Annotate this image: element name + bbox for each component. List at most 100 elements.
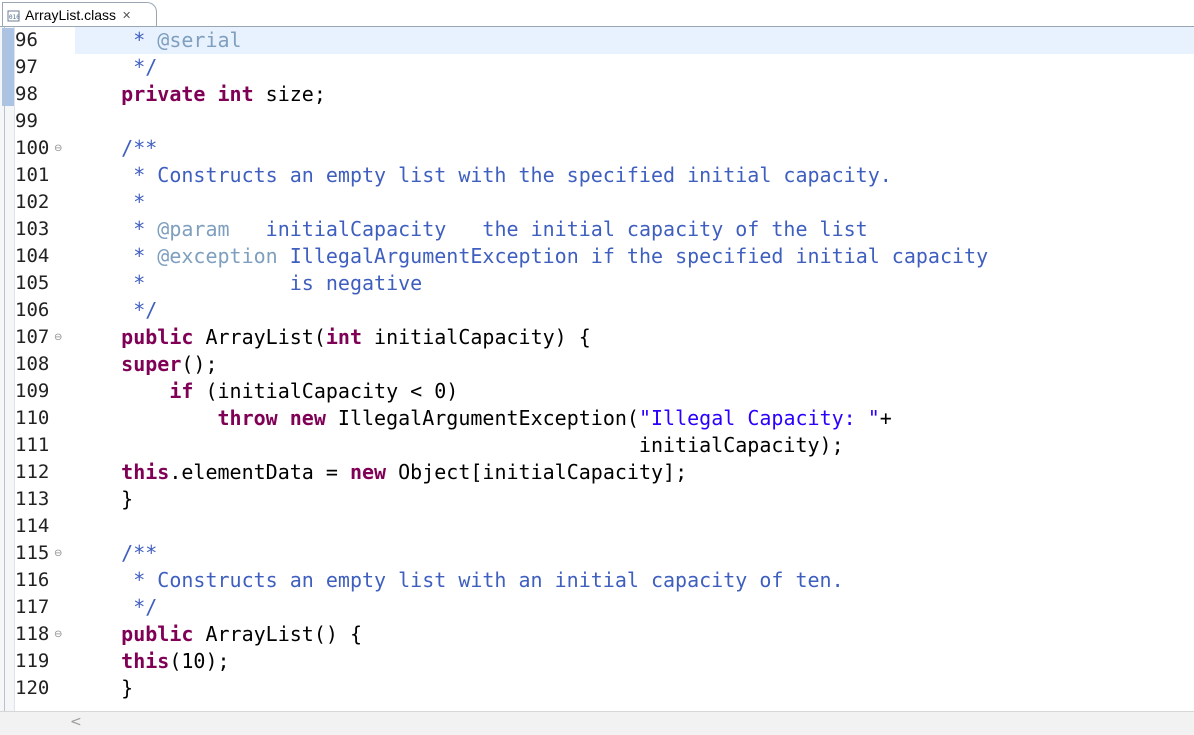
code-token: ();: [181, 352, 218, 376]
code-line[interactable]: initialCapacity);: [73, 432, 844, 459]
code-token: +: [879, 406, 892, 430]
class-file-icon: 010: [7, 8, 21, 22]
code-token: public: [73, 325, 194, 349]
line-number: 112: [15, 461, 50, 483]
fold-toggle-icon[interactable]: ⊖: [54, 332, 65, 343]
code-token: throw: [217, 406, 278, 430]
line-number: 96: [15, 29, 38, 51]
code-token: * is negative: [73, 271, 423, 295]
line-number: 120: [15, 677, 50, 699]
code-line[interactable]: }: [73, 675, 133, 702]
code-token: size;: [253, 82, 326, 106]
tab-arraylist-class[interactable]: 010 ArrayList.class ✕: [2, 2, 157, 27]
code-line[interactable]: * is negative: [73, 270, 422, 297]
code-editor[interactable]: 96 * @serial 97 */ 98 private int size; 99 1…: [4, 27, 1194, 711]
code-token: }: [73, 676, 134, 700]
code-token: new: [289, 406, 326, 430]
line-number: 117: [15, 596, 50, 618]
code-line[interactable]: this.elementData = new Object[initialCap…: [73, 459, 687, 486]
code-token: if: [169, 379, 194, 403]
code-line[interactable]: * @param initialCapacity the initial cap…: [73, 216, 868, 243]
code-line[interactable]: /**: [73, 135, 157, 162]
code-token: initialCapacity) {: [362, 325, 591, 349]
editor-tab-bar: 010 ArrayList.class ✕: [0, 0, 1194, 27]
code-token: IllegalArgumentException(: [325, 406, 639, 430]
line-number: 118: [15, 623, 50, 645]
line-number: 104: [15, 245, 50, 267]
code-token: this: [73, 649, 170, 673]
fold-toggle-icon[interactable]: ⊖: [54, 143, 65, 154]
code-line[interactable]: super();: [73, 351, 218, 378]
line-number: 107: [15, 326, 50, 348]
code-token: /**: [73, 541, 158, 565]
code-line[interactable]: */: [73, 297, 157, 324]
line-number: 100: [15, 137, 50, 159]
code-token: */: [73, 298, 158, 322]
scroll-left-arrow-icon[interactable]: <: [70, 714, 82, 730]
line-number: 102: [15, 191, 50, 213]
line-number: 103: [15, 218, 50, 240]
code-token: this: [73, 460, 170, 484]
code-token: *: [73, 28, 158, 52]
code-token: (10);: [169, 649, 230, 673]
code-token: IllegalArgumentException if the specifie…: [277, 244, 989, 268]
line-number: 97: [15, 56, 38, 78]
code-line[interactable]: */: [73, 594, 157, 621]
code-token: initialCapacity the initial capacity of …: [229, 217, 868, 241]
code-token: super: [73, 352, 182, 376]
line-number: 119: [15, 650, 50, 672]
code-token: @param: [157, 217, 230, 241]
line-number: 110: [15, 407, 50, 429]
code-token: * Constructs an empty list with an initi…: [73, 568, 844, 592]
code-token: initialCapacity);: [73, 433, 844, 457]
code-line[interactable]: public ArrayList(int initialCapacity) {: [73, 324, 591, 351]
code-line[interactable]: * @serial: [73, 27, 242, 54]
code-line[interactable]: private int size;: [73, 81, 326, 108]
horizontal-scrollbar[interactable]: <: [0, 711, 1194, 735]
code-token: */: [73, 55, 158, 79]
line-number: 108: [15, 353, 50, 375]
line-number: 99: [15, 110, 38, 132]
code-token: "Illegal Capacity: ": [638, 406, 880, 430]
code-line[interactable]: throw new IllegalArgumentException("Ille…: [73, 405, 892, 432]
code-line[interactable]: *: [73, 189, 145, 216]
line-number: 111: [15, 434, 50, 456]
code-token: .elementData =: [169, 460, 350, 484]
code-line[interactable]: * @exception IllegalArgumentException if…: [73, 243, 988, 270]
code-token: int: [217, 82, 254, 106]
code-token: */: [73, 595, 158, 619]
code-line[interactable]: /**: [73, 540, 157, 567]
line-number: 106: [15, 299, 50, 321]
close-icon[interactable]: ✕: [122, 9, 131, 22]
code-token: *: [73, 217, 158, 241]
code-token: public: [73, 622, 194, 646]
code-token: ArrayList(: [193, 325, 326, 349]
code-token: *: [73, 244, 158, 268]
line-number: 113: [15, 488, 50, 510]
current-line-highlight: [75, 27, 1194, 54]
code-line[interactable]: }: [73, 486, 133, 513]
code-token: @exception: [157, 244, 278, 268]
code-line[interactable]: public ArrayList() {: [73, 621, 362, 648]
code-line[interactable]: * Constructs an empty list with an initi…: [73, 567, 844, 594]
code-line[interactable]: * Constructs an empty list with the spec…: [73, 162, 892, 189]
fold-toggle-icon[interactable]: ⊖: [54, 629, 65, 640]
code-token: (initialCapacity < 0): [193, 379, 459, 403]
code-line[interactable]: this(10);: [73, 648, 230, 675]
svg-text:010: 010: [9, 14, 20, 21]
code-token: int: [325, 325, 362, 349]
code-token: /**: [73, 136, 158, 160]
code-token: Object[initialCapacity];: [386, 460, 688, 484]
code-token: * Constructs an empty list with the spec…: [73, 163, 892, 187]
code-line[interactable]: */: [73, 54, 157, 81]
code-token: @serial: [157, 28, 242, 52]
code-token: *: [73, 190, 146, 214]
line-number: 114: [15, 515, 50, 537]
code-line[interactable]: if (initialCapacity < 0): [73, 378, 458, 405]
fold-toggle-icon[interactable]: ⊖: [54, 548, 65, 559]
line-number: 116: [15, 569, 50, 591]
line-number: 109: [15, 380, 50, 402]
